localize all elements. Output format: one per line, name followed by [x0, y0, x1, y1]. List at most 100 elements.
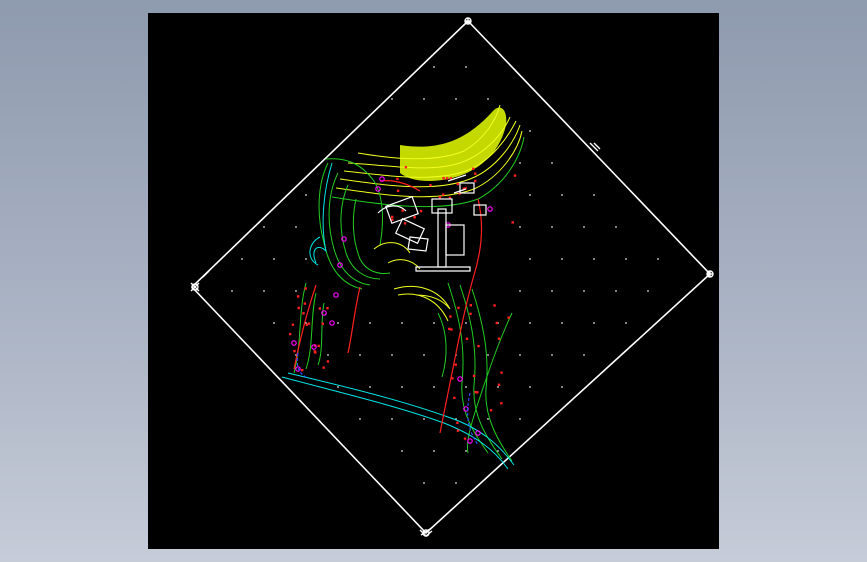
boundary-marker	[318, 307, 322, 310]
survey-point-icon	[465, 322, 467, 324]
boundary-marker	[469, 304, 472, 307]
boundary-marker	[313, 350, 317, 353]
survey-point-icon	[561, 258, 563, 260]
survey-point-icon	[401, 322, 403, 324]
boundary-marker	[442, 176, 445, 180]
boundary-marker	[477, 344, 480, 348]
slope-contours	[281, 162, 515, 470]
survey-point-icon	[657, 258, 659, 260]
survey-point-icon	[551, 162, 553, 164]
boundary-marker	[500, 371, 503, 374]
boundary-marker	[302, 312, 305, 315]
boundary-marker	[403, 222, 407, 225]
boundary-marker	[449, 315, 452, 318]
survey-point-icon	[497, 386, 499, 388]
survey-point-icon	[433, 322, 435, 324]
boundary-marker	[489, 409, 493, 412]
survey-point-icon	[465, 450, 467, 452]
boundary-marker	[396, 177, 399, 181]
boundary-marker	[497, 383, 501, 386]
survey-point-icon	[583, 226, 585, 228]
survey-point-icon	[423, 354, 425, 356]
boundary-marker	[513, 174, 517, 177]
boundary-marker	[321, 322, 324, 325]
boundary-marker	[317, 344, 320, 348]
boundary-marker	[390, 215, 394, 219]
boundary-marker	[307, 322, 311, 325]
survey-point-icon	[359, 354, 361, 356]
survey-point-icon	[561, 194, 563, 196]
boundary-marker	[326, 360, 330, 363]
survey-grid-points	[231, 66, 659, 484]
long-building	[437, 208, 447, 268]
survey-point-icon	[391, 98, 393, 100]
frame-corner-markers	[190, 17, 714, 537]
survey-point-icon	[551, 290, 553, 292]
terrain-hill-band	[325, 104, 525, 246]
frame-corner-marker-icon	[190, 282, 200, 292]
boundary-marker	[451, 377, 454, 380]
survey-point-icon	[561, 322, 563, 324]
survey-point-icon	[625, 322, 627, 324]
survey-point-icon	[561, 386, 563, 388]
survey-point-icon	[455, 98, 457, 100]
survey-point-icon	[369, 386, 371, 388]
boundary-marker	[469, 312, 472, 316]
survey-point-icon	[455, 482, 457, 484]
boundary-marker	[396, 189, 400, 193]
boundary-marker	[304, 287, 307, 290]
survey-point-icon	[487, 418, 489, 420]
boundary-marker	[476, 391, 479, 394]
boundary-marker	[472, 167, 475, 170]
survey-point-icon	[401, 386, 403, 388]
survey-point-icon	[241, 258, 243, 260]
boundary-marker	[293, 349, 296, 353]
boundary-marker	[497, 337, 501, 340]
site-boundary	[293, 180, 483, 434]
annotation-marker	[329, 320, 335, 326]
survey-point-icon	[487, 98, 489, 100]
boundary-marker	[442, 193, 445, 196]
survey-point-icon	[231, 290, 233, 292]
survey-point-icon	[519, 226, 521, 228]
boundary-marker	[472, 374, 476, 378]
boundary-marker	[456, 421, 459, 424]
boundary-marker	[419, 209, 423, 213]
boundary-marker	[305, 323, 308, 326]
survey-point-icon	[647, 290, 649, 292]
boundary-marker	[456, 182, 459, 186]
annotation-marker	[291, 340, 297, 346]
boundary-marker	[296, 295, 300, 298]
survey-point-icon	[625, 258, 627, 260]
survey-point-icon	[583, 354, 585, 356]
boundary-marker	[493, 304, 496, 307]
survey-point-icon	[465, 386, 467, 388]
drawing-frame	[190, 19, 712, 535]
cad-drawing-viewport[interactable]	[148, 13, 719, 549]
boundary-marker	[438, 196, 442, 199]
survey-point-icon	[583, 290, 585, 292]
boundary-marker	[300, 368, 304, 372]
site-plan-drawing	[190, 17, 714, 537]
survey-point-icon	[519, 418, 521, 420]
boundary-marker	[404, 166, 408, 169]
survey-point-icon	[337, 322, 339, 324]
survey-point-icon	[295, 290, 297, 292]
survey-point-icon	[519, 290, 521, 292]
survey-point-icon	[391, 418, 393, 420]
annotation-marker	[457, 376, 463, 382]
boundary-marker	[401, 209, 404, 212]
boundary-marker	[291, 323, 295, 326]
boundary-marker	[429, 184, 432, 187]
survey-point-icon	[529, 258, 531, 260]
boundary-marker	[500, 402, 503, 405]
survey-point-icon	[263, 290, 265, 292]
boundary-marker	[507, 316, 510, 319]
survey-point-icon	[529, 130, 531, 132]
frame-border	[190, 19, 712, 535]
frame-tick	[202, 270, 210, 278]
survey-point-icon	[391, 354, 393, 356]
survey-point-icon	[273, 258, 275, 260]
survey-point-icon	[615, 290, 617, 292]
boundary-marker	[495, 321, 498, 325]
